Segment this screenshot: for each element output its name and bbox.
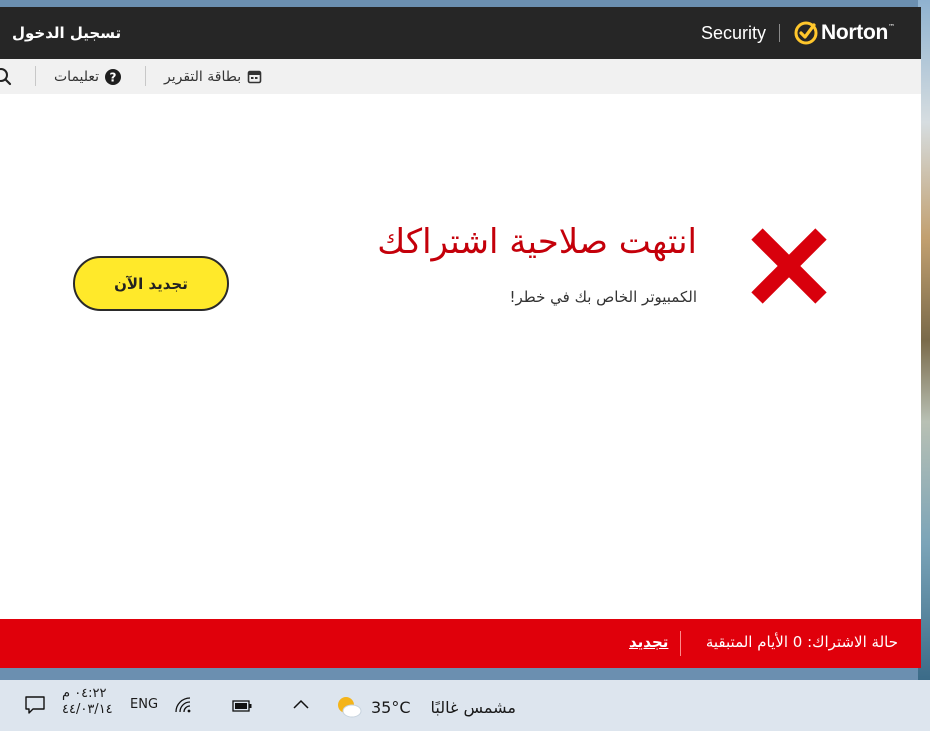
- norton-brand: Security Norton ™: [701, 19, 895, 47]
- weather-widget[interactable]: 35°C مشمس غالبًا: [335, 694, 516, 720]
- brand-product: Security: [700, 22, 766, 43]
- weather-temperature: 35°C: [371, 697, 411, 717]
- svg-text:?: ?: [110, 70, 117, 84]
- help-icon: ?: [105, 68, 122, 85]
- norton-window: تسجيل الدخول Security Norton ™ تعليمات ?: [0, 7, 921, 668]
- calendar-icon: [247, 70, 262, 84]
- toolbar-divider: [145, 66, 146, 86]
- login-link[interactable]: تسجيل الدخول: [12, 24, 121, 42]
- title-bar: تسجيل الدخول Security Norton ™: [0, 7, 921, 59]
- language-label: ENG: [130, 697, 159, 712]
- weather-description: مشمس غالبًا: [430, 697, 516, 717]
- partly-sunny-icon: [338, 697, 362, 718]
- brand-divider: [778, 24, 780, 42]
- renew-link[interactable]: تجديد: [629, 633, 668, 651]
- clock-time: ٠٤:٢٢ م: [62, 686, 107, 701]
- help-button[interactable]: تعليمات ?: [54, 59, 122, 94]
- show-hidden-icons-button[interactable]: [292, 698, 310, 710]
- report-card-button[interactable]: بطاقة التقرير: [164, 59, 262, 94]
- expired-headline: انتهت صلاحية اشتراكك: [377, 222, 697, 262]
- status-divider: [680, 631, 681, 656]
- norton-check-logo-icon: [794, 21, 818, 45]
- toolbar-divider: [35, 66, 36, 86]
- taskbar: ٠٤:٢٢ م ٤٤/٠٣/١٤ ENG 35°C مشمس غالبًا: [0, 680, 930, 731]
- help-label: تعليمات: [54, 68, 100, 85]
- brand-trademark: ™: [888, 23, 895, 31]
- search-icon[interactable]: [0, 67, 14, 87]
- notification-center-button[interactable]: [24, 695, 46, 715]
- wifi-icon: [175, 697, 191, 713]
- network-button[interactable]: [174, 696, 192, 714]
- risk-subtext: الكمبيوتر الخاص بك في خطر!: [509, 288, 698, 306]
- language-indicator[interactable]: ENG: [130, 697, 158, 712]
- battery-icon: [232, 700, 252, 712]
- chevron-up-icon: [293, 699, 309, 709]
- report-card-label: بطاقة التقرير: [164, 68, 242, 85]
- toolbar: تعليمات ? بطاقة التقرير: [0, 59, 921, 94]
- brand-name: Norton: [820, 21, 888, 44]
- renew-now-button[interactable]: تجديد الآن: [73, 256, 229, 311]
- expired-x-icon: [751, 228, 827, 304]
- subscription-status-text: حالة الاشتراك: 0 الأيام المتبقية: [705, 633, 898, 651]
- clock[interactable]: ٠٤:٢٢ م ٤٤/٠٣/١٤: [62, 686, 113, 717]
- subscription-status-bar: حالة الاشتراك: 0 الأيام المتبقية تجديد: [0, 619, 921, 668]
- clock-date: ٤٤/٠٣/١٤: [62, 702, 113, 717]
- battery-button[interactable]: [232, 700, 252, 712]
- notification-icon: [25, 696, 45, 714]
